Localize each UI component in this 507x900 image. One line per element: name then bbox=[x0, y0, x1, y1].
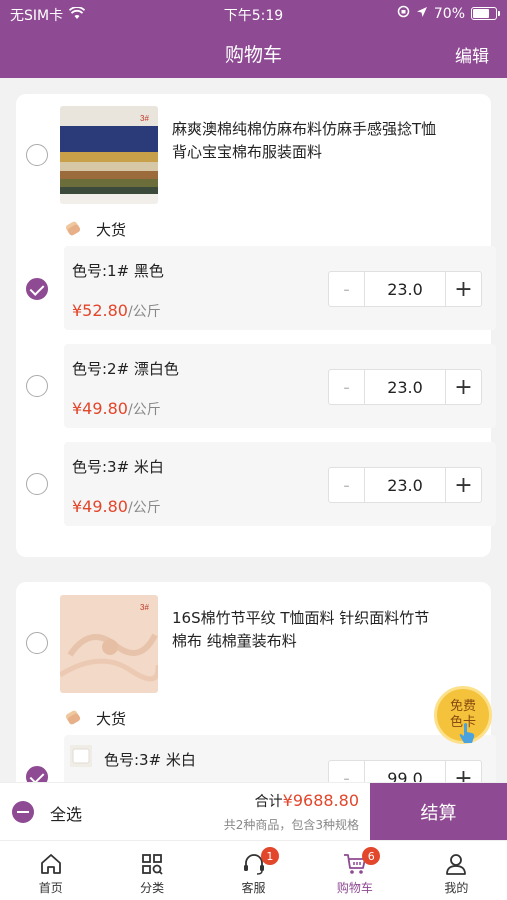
tab-label: 购物车 bbox=[336, 881, 373, 895]
quantity-stepper: - 23.0 + bbox=[328, 271, 482, 307]
product-thumbnail[interactable]: 3# bbox=[60, 595, 158, 693]
user-icon bbox=[446, 854, 467, 875]
location-icon bbox=[416, 6, 428, 22]
home-icon bbox=[40, 854, 61, 874]
product-thumbnail[interactable]: 3# bbox=[60, 106, 158, 204]
quantity-stepper: - 23.0 + bbox=[328, 467, 482, 503]
increase-button[interactable]: + bbox=[445, 370, 481, 404]
spec-label: 色号:3# 米白 bbox=[72, 458, 164, 476]
free-swatch-line: 免费 bbox=[449, 699, 476, 714]
category-icon bbox=[142, 854, 163, 875]
spec-label: 色号:1# 黑色 bbox=[72, 262, 164, 280]
quantity-input[interactable]: 23.0 bbox=[365, 370, 445, 404]
pointer-hand-icon bbox=[458, 722, 476, 744]
tab-label: 我的 bbox=[444, 881, 469, 895]
batch-label: 大货 bbox=[96, 221, 127, 239]
spec-label: 色号:3# 米白 bbox=[104, 751, 196, 769]
spec-select-radio[interactable] bbox=[26, 278, 48, 300]
product-name-line: 棉布 纯棉童装布料 bbox=[172, 632, 297, 650]
nav-bar: 购物车 编辑 bbox=[0, 28, 507, 78]
spec-select-radio[interactable] bbox=[26, 473, 48, 495]
battery-percent: 70% bbox=[433, 5, 465, 22]
tab-customer-service[interactable]: 客服 1 bbox=[203, 841, 304, 900]
svg-text:3#: 3# bbox=[140, 114, 149, 123]
cart-store-card: 3# 16S棉竹节平纹 T恤面料 针织面料竹节 棉布 纯棉童装布料 大货 色号:… bbox=[16, 582, 496, 819]
status-bar: 无SIM卡 下午5:19 70% bbox=[0, 0, 507, 28]
total-amount: ¥9688.80 bbox=[282, 791, 359, 810]
total-label: 合计 bbox=[254, 794, 283, 810]
tab-profile[interactable]: 我的 bbox=[406, 841, 507, 900]
svg-text:3#: 3# bbox=[140, 603, 149, 612]
cart-summary: 共2种商品，包含3种规格 bbox=[223, 818, 359, 832]
tab-cart[interactable]: 购物车 6 bbox=[304, 841, 405, 900]
select-all-label[interactable]: 全选 bbox=[50, 801, 82, 825]
tab-home[interactable]: 首页 bbox=[0, 841, 101, 900]
page-title: 购物车 bbox=[224, 44, 282, 66]
quantity-input[interactable]: 23.0 bbox=[365, 468, 445, 502]
product-name[interactable]: 16S棉竹节平纹 T恤面料 针织面料竹节 棉布 纯棉童装布料 bbox=[172, 607, 429, 653]
decrease-button[interactable]: - bbox=[329, 370, 365, 404]
orientation-lock-icon bbox=[397, 5, 410, 22]
cart-store-card: 3# 麻爽澳棉纯棉仿麻布料仿麻手感强捻T恤 背心宝宝棉布服装面料 大货 色号:1… bbox=[16, 94, 496, 557]
product-name-line: 背心宝宝棉布服装面料 bbox=[172, 143, 323, 161]
decrease-button[interactable]: - bbox=[329, 468, 365, 502]
quantity-stepper: - 23.0 + bbox=[328, 369, 482, 405]
spec-row: 色号:3# 米白 ¥49.80/公斤 - 23.0 + bbox=[64, 442, 496, 526]
tab-label: 首页 bbox=[38, 881, 63, 895]
product-name-line: 麻爽澳棉纯棉仿麻布料仿麻手感强捻T恤 bbox=[172, 120, 437, 138]
tab-label: 客服 bbox=[241, 881, 266, 895]
checkout-button[interactable]: 结算 bbox=[370, 783, 507, 841]
select-all-checkbox[interactable] bbox=[12, 801, 34, 823]
product-select-radio[interactable] bbox=[26, 144, 48, 166]
product-name-line: 16S棉竹节平纹 T恤面料 针织面料竹节 bbox=[172, 609, 430, 627]
spec-row: 色号:2# 漂白色 ¥49.80/公斤 - 23.0 + bbox=[64, 344, 496, 428]
batch-tag-icon bbox=[64, 709, 82, 725]
decrease-button[interactable]: - bbox=[329, 272, 365, 306]
notification-badge: 1 bbox=[260, 847, 279, 865]
product-select-radio[interactable] bbox=[26, 632, 48, 654]
spec-price: ¥52.80/公斤 bbox=[72, 301, 161, 320]
spec-select-radio[interactable] bbox=[26, 375, 48, 397]
spec-price: ¥49.80/公斤 bbox=[72, 399, 161, 418]
batch-label: 大货 bbox=[96, 710, 127, 728]
total-price: 合计¥9688.80 bbox=[255, 791, 359, 811]
bottom-tab-bar: 首页 分类 客服 1 购物车 6 我的 bbox=[0, 840, 507, 900]
checkout-bar: 全选 合计¥9688.80 共2种商品，包含3种规格 结算 bbox=[0, 782, 507, 841]
spec-label: 色号:2# 漂白色 bbox=[72, 360, 179, 378]
edit-button[interactable]: 编辑 bbox=[455, 42, 489, 67]
increase-button[interactable]: + bbox=[445, 468, 481, 502]
tab-label: 分类 bbox=[140, 881, 165, 895]
spec-row: 色号:1# 黑色 ¥52.80/公斤 - 23.0 + bbox=[64, 246, 496, 330]
spec-thumbnail bbox=[70, 745, 92, 767]
tab-category[interactable]: 分类 bbox=[101, 841, 202, 900]
cart-count-badge: 6 bbox=[362, 847, 381, 865]
increase-button[interactable]: + bbox=[445, 272, 481, 306]
quantity-input[interactable]: 23.0 bbox=[365, 272, 445, 306]
product-name[interactable]: 麻爽澳棉纯棉仿麻布料仿麻手感强捻T恤 背心宝宝棉布服装面料 bbox=[172, 118, 436, 164]
battery-icon bbox=[471, 7, 500, 20]
spec-price: ¥49.80/公斤 bbox=[72, 497, 161, 516]
batch-tag-icon bbox=[64, 220, 82, 236]
